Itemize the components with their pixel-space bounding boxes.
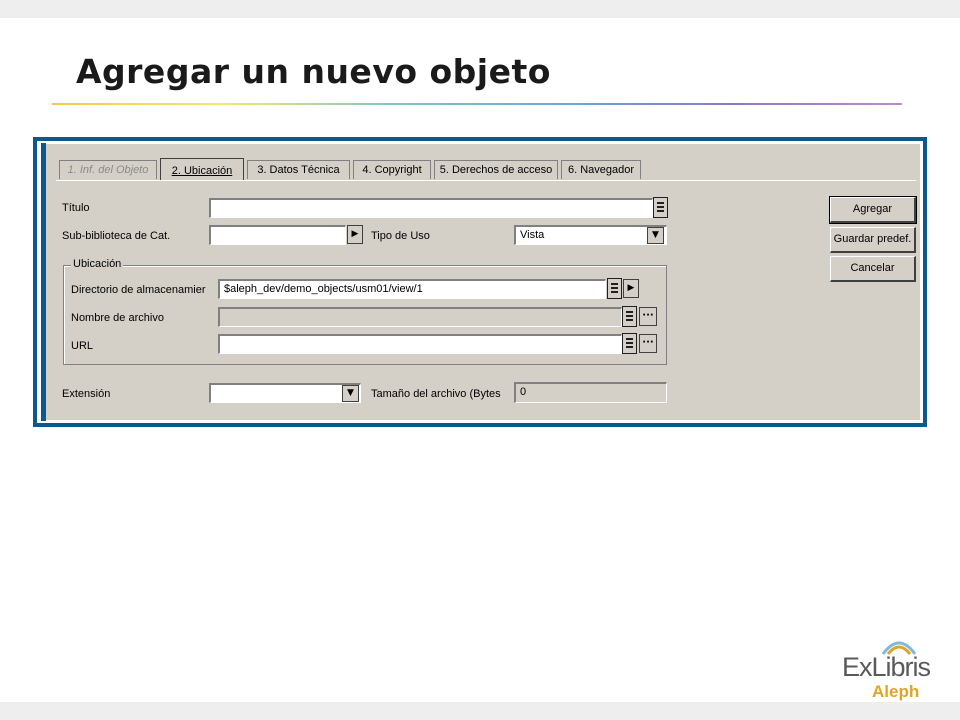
extension-label: Extensión — [62, 388, 111, 400]
tab-strip-line — [56, 180, 916, 181]
titulo-input[interactable] — [209, 198, 653, 218]
play-arrow-icon: ▶ — [627, 283, 635, 293]
ubicacion-group-title: Ubicación — [71, 258, 124, 270]
chevron-down-icon: ▼ — [652, 230, 659, 240]
title-underline — [52, 103, 902, 105]
tab-derechos-acceso[interactable]: 5. Derechos de acceso — [434, 160, 558, 179]
tab-datos-tecnica[interactable]: 3. Datos Técnica — [247, 160, 350, 179]
directorio-arrow-button[interactable]: ▶ — [623, 279, 639, 298]
tamano-label: Tamaño del archivo (Bytes — [371, 388, 501, 400]
titulo-list-icon[interactable] — [653, 197, 668, 218]
tab-ubicacion[interactable]: 2. Ubicación — [160, 158, 244, 181]
directorio-input[interactable]: $aleph_dev/demo_objects/usm01/view/1 — [218, 279, 606, 299]
play-arrow-icon: ▶ — [351, 229, 359, 239]
titulo-label: Título — [62, 202, 90, 214]
tab-copyright[interactable]: 4. Copyright — [353, 160, 431, 179]
ellipsis-icon: ··· — [642, 337, 654, 348]
cancelar-button[interactable]: Cancelar — [830, 256, 916, 282]
subbiblioteca-input[interactable] — [209, 225, 346, 245]
tamano-input: 0 — [514, 382, 667, 403]
directorio-list-icon[interactable] — [607, 278, 622, 299]
window-left-bar — [41, 143, 46, 421]
tipo-uso-label: Tipo de Uso — [371, 230, 430, 242]
nombre-archivo-label: Nombre de archivo — [71, 312, 164, 324]
url-browse-button[interactable]: ··· — [639, 334, 657, 353]
agregar-button[interactable]: Agregar — [829, 196, 917, 224]
logo-brand: ExLibris — [842, 652, 931, 682]
bottom-band — [0, 702, 960, 720]
extension-dropdown-button[interactable]: ▼ — [342, 385, 359, 402]
nombre-archivo-list-icon[interactable] — [622, 306, 637, 327]
tab-navegador[interactable]: 6. Navegador — [561, 160, 641, 179]
page-title: Agregar un nuevo objeto — [76, 52, 551, 91]
guardar-predef-button[interactable]: Guardar predef. — [830, 227, 916, 253]
tipo-uso-select[interactable]: Vista — [514, 225, 667, 245]
tipo-uso-dropdown-button[interactable]: ▼ — [647, 227, 664, 244]
logo-product: Aleph — [872, 682, 920, 701]
subbiblioteca-arrow-button[interactable]: ▶ — [347, 225, 363, 244]
nombre-archivo-browse-button[interactable]: ··· — [639, 307, 657, 326]
url-list-icon[interactable] — [622, 333, 637, 354]
top-band — [0, 0, 960, 18]
nombre-archivo-input[interactable] — [218, 307, 622, 327]
url-label: URL — [71, 340, 94, 352]
tab-inf-objeto[interactable]: 1. Inf. del Objeto — [59, 160, 157, 179]
directorio-label: Directorio de almacenamier — [71, 284, 206, 296]
chevron-down-icon: ▼ — [347, 388, 354, 398]
url-input[interactable] — [218, 334, 622, 354]
exlibris-logo: ExLibris Aleph — [842, 652, 931, 701]
ellipsis-icon: ··· — [642, 310, 654, 321]
subbiblioteca-label: Sub-biblioteca de Cat. — [62, 230, 171, 242]
extension-select[interactable] — [209, 383, 361, 403]
